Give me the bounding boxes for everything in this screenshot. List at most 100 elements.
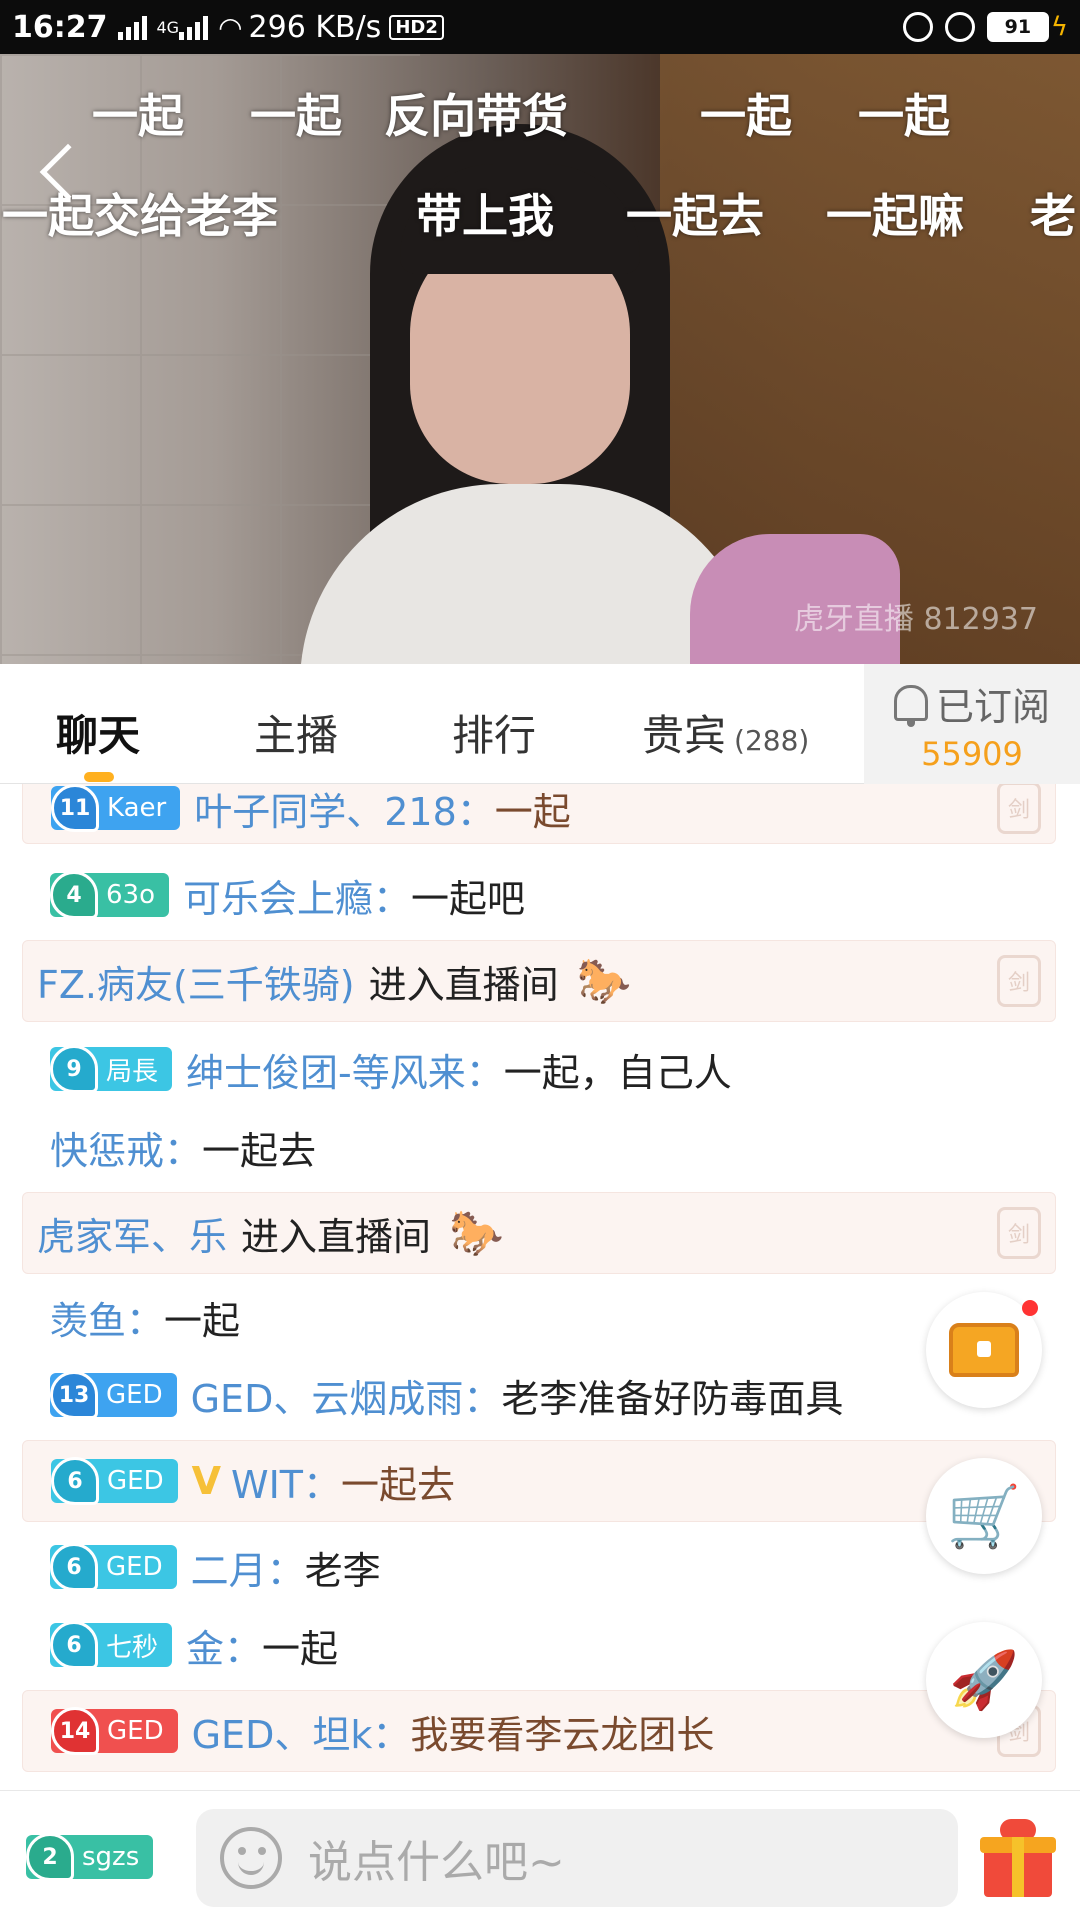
chat-nick[interactable]: 叶子同学、218：: [194, 784, 495, 836]
live-video[interactable]: 一起 一起 反向带货 一起 一起 一起交给老李 带上我 一起去 一起嘛 老 虎牙…: [0, 54, 1080, 664]
fan-badge[interactable]: 14 GED: [51, 1707, 178, 1755]
battery-indicator: 91 ϟ: [986, 12, 1068, 42]
badge-name: GED: [106, 1552, 163, 1582]
badge-name: 局長: [106, 1056, 159, 1087]
subscriber-count: 55909: [921, 734, 1023, 773]
chat-nick[interactable]: GED、云烟成雨：: [191, 1368, 502, 1423]
badge-name: GED: [107, 1716, 164, 1746]
treasure-chest-icon: [949, 1323, 1019, 1377]
wifi-icon: ◠: [218, 10, 243, 44]
fan-badge[interactable]: 6 GED: [50, 1543, 177, 1591]
chat-message-enter: 虎家军、乐 进入直播间 🐎 剑: [22, 1192, 1056, 1274]
chat-nick[interactable]: FZ.病友(三千铁骑): [37, 954, 355, 1009]
signal-icon: [117, 14, 147, 40]
badge-name: 七秒: [106, 1632, 159, 1663]
chat-nick[interactable]: 快惩戒：: [50, 1120, 202, 1175]
bell-icon: [893, 685, 928, 727]
fan-badge[interactable]: 13 GED: [50, 1371, 177, 1419]
video-watermark: 虎牙直播 812937: [793, 602, 1038, 637]
chat-text: 进入直播间: [241, 1214, 432, 1259]
fan-badge[interactable]: 6 GED: [51, 1457, 178, 1505]
chat-text: 一起，自己人: [503, 1050, 732, 1095]
chat-nick[interactable]: WIT：: [231, 1454, 341, 1509]
badge-name: sgzs: [82, 1842, 140, 1872]
tab-bar: 聊天 主播 排行 贵宾 (288) 已订阅 55909: [0, 664, 1080, 784]
chat-text: 一起吧: [411, 876, 526, 921]
chat-input[interactable]: 说点什么吧~: [196, 1809, 958, 1907]
vip-count: (288): [734, 724, 810, 757]
fan-badge[interactable]: 11 Kaer: [51, 784, 181, 832]
badge-name: GED: [107, 1466, 164, 1496]
danmaku-item: 带上我: [416, 189, 554, 243]
chat-text: 一起去: [202, 1128, 317, 1173]
chat-nick[interactable]: GED、坦k：: [192, 1704, 411, 1759]
chat-text: 老李准备好防毒面具: [501, 1376, 844, 1421]
chat-nick[interactable]: 绅士俊团-等风来：: [186, 1042, 504, 1097]
badge-level: 6: [50, 1621, 98, 1669]
chat-text: 进入直播间: [368, 962, 559, 1007]
shopping-cart-icon: 🛒: [946, 1481, 1022, 1552]
danmaku-item: 一起: [858, 89, 950, 143]
sword-icon: 剑: [997, 1207, 1041, 1259]
emoji-icon[interactable]: [220, 1827, 282, 1889]
danmaku-item: 反向带货: [384, 89, 568, 143]
fan-badge[interactable]: 6 七秒: [50, 1621, 173, 1669]
network-speed: 296 KB/s: [248, 9, 382, 45]
treasure-chest-button[interactable]: [926, 1292, 1042, 1408]
chat-nick[interactable]: 可乐会上瘾：: [183, 868, 411, 923]
danmaku-item: 一起: [92, 89, 184, 143]
horse-icon: 🐎: [576, 956, 632, 1007]
notification-dot: [1022, 1300, 1038, 1316]
tab-vip[interactable]: 贵宾 (288): [642, 702, 809, 763]
chat-text: 一起: [494, 789, 571, 834]
fan-badge[interactable]: 9 局長: [50, 1045, 173, 1093]
chat-message: 11 Kaer 叶子同学、218： 一起 剑: [22, 784, 1056, 844]
badge-level: 6: [51, 1457, 99, 1505]
chat-nick[interactable]: 虎家军、乐: [37, 1206, 227, 1261]
fan-badge[interactable]: 4 63o: [50, 871, 169, 919]
chat-text: 一起: [164, 1298, 241, 1343]
my-fan-badge[interactable]: 2 sgzs: [26, 1833, 154, 1881]
chat-text: 一起去: [341, 1462, 456, 1507]
danmaku-item: 一起: [700, 89, 792, 143]
chat-nick[interactable]: 二月：: [191, 1540, 305, 1595]
badge-level: 4: [50, 871, 98, 919]
danmaku-item: 一起交给老李: [2, 189, 278, 243]
charging-icon: ϟ: [1050, 12, 1068, 42]
subscribe-label: 已订阅: [935, 684, 1050, 729]
badge-level: 2: [26, 1833, 74, 1881]
chat-message: 快惩戒： 一起去: [22, 1114, 1056, 1180]
active-tab-indicator: [84, 772, 114, 782]
danmaku-item: 老: [1030, 189, 1076, 243]
chat-text: 老李: [304, 1548, 381, 1593]
tab-host[interactable]: 主播: [254, 702, 338, 763]
badge-name: Kaer: [107, 793, 167, 823]
chat-message: 6 GED 二月： 老李: [22, 1532, 1056, 1602]
lock-rotation-icon: [902, 12, 933, 42]
danmaku-item: 一起去: [626, 189, 764, 243]
gift-button[interactable]: [980, 1817, 1056, 1897]
hd-indicator: HD2: [389, 14, 444, 40]
chat-input-placeholder: 说点什么吧~: [308, 1837, 565, 1888]
subscribe-button[interactable]: 已订阅 55909: [864, 664, 1080, 784]
chat-message: 6 GED V WIT： 一起去: [22, 1440, 1056, 1522]
danmaku-item: 一起: [250, 89, 342, 143]
tab-rank[interactable]: 排行: [452, 702, 536, 763]
status-bar: 16:27 4G ◠ 296 KB/s HD2 91 ϟ: [0, 0, 1080, 54]
sword-icon: 剑: [997, 955, 1041, 1007]
rocket-button[interactable]: 🚀: [926, 1622, 1042, 1738]
chat-nick[interactable]: 金：: [186, 1618, 262, 1673]
vip-v-icon: V: [191, 1459, 222, 1503]
badge-level: 13: [50, 1371, 98, 1419]
tab-chat[interactable]: 聊天: [56, 702, 140, 763]
chat-message: 4 63o 可乐会上瘾： 一起吧: [22, 860, 1056, 930]
chat-list[interactable]: 11 Kaer 叶子同学、218： 一起 剑 4 63o 可乐会上瘾： 一起吧 FZ…: [0, 784, 1080, 1790]
tab-vip-label: 贵宾: [642, 711, 727, 760]
chat-nick[interactable]: 羡鱼：: [50, 1290, 164, 1345]
chat-text: 一起: [262, 1626, 339, 1671]
badge-name: 63o: [106, 880, 155, 910]
alarm-icon: [944, 12, 975, 42]
chat-message-enter: FZ.病友(三千铁骑) 进入直播间 🐎 剑: [22, 940, 1056, 1022]
signal-icon-2: [179, 14, 209, 40]
shop-cart-button[interactable]: 🛒: [926, 1458, 1042, 1574]
